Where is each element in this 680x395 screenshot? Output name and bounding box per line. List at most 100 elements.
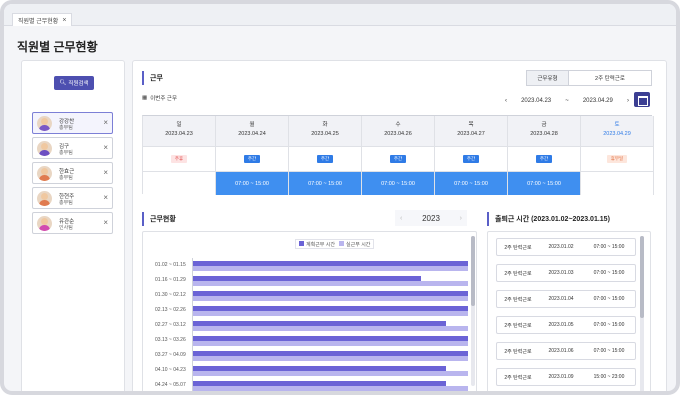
tab-bar: 직원별 근무현황 ×	[4, 4, 676, 26]
legend-actual-label: 실근무 시간	[346, 241, 371, 248]
shift-time[interactable]	[581, 172, 653, 195]
tick-label: 02.13 ~ 02.26	[155, 307, 186, 313]
history-date: 2023.01.09	[548, 374, 574, 380]
close-icon[interactable]: ×	[103, 143, 108, 152]
calendar-button[interactable]	[634, 92, 650, 107]
year-value: 2023	[422, 213, 440, 223]
history-row[interactable]: 2주 탄력근로 2023.01.06 07:00 ~ 15:00	[496, 342, 636, 360]
history-date: 2023.01.03	[548, 270, 574, 276]
bar-actual[interactable]	[193, 371, 468, 376]
tick-label: 03.13 ~ 03.26	[155, 337, 186, 343]
week-label: 이번주 근무	[150, 96, 178, 102]
history-time: 07:00 ~ 15:00	[593, 322, 625, 328]
day-of-week: 금	[541, 122, 547, 128]
history-time: 07:00 ~ 15:00	[593, 296, 625, 302]
legend-planned: 계획근무 시간	[299, 240, 335, 248]
bar-actual[interactable]	[193, 386, 468, 391]
page-title: 직원별 근무현황	[17, 40, 98, 54]
employee-card[interactable]: 한현주 총무팀 ×	[32, 187, 113, 209]
main-panel: 근무 근무유형 2주 탄력근로 ▦ 이번주 근무 ‹ 2023.04.23 ~ …	[132, 60, 667, 391]
history-time: 07:00 ~ 15:00	[593, 270, 625, 276]
chevron-right-icon[interactable]: ›	[627, 98, 629, 104]
day-header: 금 2023.04.28	[508, 116, 580, 147]
shift-time[interactable]: 07:00 ~ 15:00	[362, 172, 434, 195]
avatar	[37, 216, 52, 231]
date-range: ‹ 2023.04.23 ~ 2023.04.29 ›	[505, 94, 629, 108]
history-date: 2023.01.02	[548, 244, 574, 250]
shift-time[interactable]	[143, 172, 215, 195]
close-icon[interactable]: ×	[103, 218, 108, 227]
close-icon[interactable]: ×	[62, 17, 66, 24]
range-start[interactable]: 2023.04.23	[521, 98, 551, 104]
bar-actual[interactable]	[193, 341, 468, 346]
shift-time[interactable]: 07:00 ~ 15:00	[289, 172, 361, 195]
shift-tag-cell: 주간	[435, 147, 507, 172]
history-date: 2023.01.06	[548, 348, 574, 354]
close-icon[interactable]: ×	[103, 118, 108, 127]
bar-actual[interactable]	[193, 281, 468, 286]
day-date: 2023.04.28	[530, 131, 558, 137]
bar-actual[interactable]	[193, 326, 468, 331]
shift-tag-cell: 주간	[508, 147, 580, 172]
employee-dept: 총무팀	[59, 175, 73, 181]
avatar	[37, 141, 52, 156]
day-header: 일 2023.04.23	[143, 116, 215, 147]
shift-tag: 주휴	[170, 155, 188, 163]
day-column: 금 2023.04.28 주간 07:00 ~ 15:00	[508, 116, 581, 195]
work-type-box: 근무유형 2주 탄력근로	[526, 70, 652, 86]
employee-card[interactable]: 한효근 총무팀 ×	[32, 162, 113, 184]
history-row[interactable]: 2주 탄력근로 2023.01.09 15:00 ~ 23:00	[496, 368, 636, 386]
day-header: 수 2023.04.26	[362, 116, 434, 147]
day-column: 목 2023.04.27 주간 07:00 ~ 15:00	[435, 116, 508, 195]
day-header: 목 2023.04.27	[435, 116, 507, 147]
tick-label: 02.27 ~ 03.12	[155, 322, 186, 328]
close-icon[interactable]: ×	[103, 193, 108, 202]
history-scrollbar[interactable]	[640, 236, 644, 391]
schedule-title: 근무	[142, 71, 163, 85]
tab-employee-status[interactable]: 직원별 근무현황 ×	[12, 13, 73, 26]
day-of-week: 수	[395, 122, 401, 128]
bar-actual[interactable]	[193, 266, 468, 271]
employee-search-button[interactable]: 🔍︎ 직원검색	[54, 76, 94, 90]
day-of-week: 토	[614, 122, 620, 128]
tab-label: 직원별 근무현황	[18, 18, 59, 25]
shift-tag: 주간	[243, 155, 261, 163]
tick-label: 03.27 ~ 04.09	[155, 352, 186, 358]
bar-actual[interactable]	[193, 356, 468, 361]
legend-swatch-planned	[299, 240, 304, 246]
day-of-week: 목	[468, 122, 474, 128]
shift-time[interactable]: 07:00 ~ 15:00	[508, 172, 580, 195]
legend-actual: 실근무 시간	[339, 240, 371, 248]
chart-scrollbar[interactable]	[471, 236, 475, 386]
range-separator: ~	[565, 98, 569, 104]
close-icon[interactable]: ×	[103, 168, 108, 177]
history-date: 2023.01.05	[548, 322, 574, 328]
search-icon: 🔍︎	[59, 80, 67, 86]
employee-dept: 총무팀	[59, 150, 73, 156]
history-type: 2주 탄력근로	[504, 244, 532, 251]
tick-label: 04.24 ~ 05.07	[155, 382, 186, 388]
chevron-left-icon[interactable]: ‹	[400, 215, 402, 222]
employee-card[interactable]: 김구 총무팀 ×	[32, 137, 113, 159]
employee-card[interactable]: 강강찬 총무팀 ×	[32, 112, 113, 134]
legend-planned-label: 계획근무 시간	[306, 241, 335, 248]
day-date: 2023.04.29	[603, 131, 631, 137]
bar-actual[interactable]	[193, 296, 468, 301]
shift-time[interactable]: 07:00 ~ 15:00	[435, 172, 507, 195]
week-heading: ▦ 이번주 근무	[142, 94, 177, 102]
shift-tag: 주간	[316, 155, 334, 163]
chevron-right-icon[interactable]: ›	[460, 215, 462, 222]
chevron-left-icon[interactable]: ‹	[505, 98, 507, 104]
history-row[interactable]: 2주 탄력근로 2023.01.05 07:00 ~ 15:00	[496, 316, 636, 334]
range-end[interactable]: 2023.04.29	[583, 98, 613, 104]
shift-tag-cell: 주휴	[143, 147, 215, 172]
history-row[interactable]: 2주 탄력근로 2023.01.03 07:00 ~ 15:00	[496, 264, 636, 282]
history-row[interactable]: 2주 탄력근로 2023.01.04 07:00 ~ 15:00	[496, 290, 636, 308]
employee-card[interactable]: 유관순 인사팀 ×	[32, 212, 113, 234]
shift-tag-cell: 주간	[289, 147, 361, 172]
history-row[interactable]: 2주 탄력근로 2023.01.02 07:00 ~ 15:00	[496, 238, 636, 256]
bar-actual[interactable]	[193, 311, 468, 316]
work-type-value: 2주 탄력근로	[595, 76, 625, 82]
history-type: 2주 탄력근로	[504, 348, 532, 355]
shift-time[interactable]: 07:00 ~ 15:00	[216, 172, 288, 195]
